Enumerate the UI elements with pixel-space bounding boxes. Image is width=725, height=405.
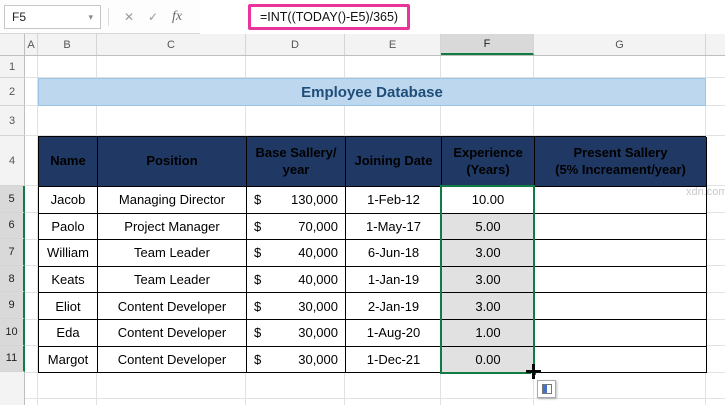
- name-box-dropdown-icon[interactable]: ▾: [88, 12, 93, 23]
- cell-base-salary[interactable]: $70,000: [247, 213, 346, 241]
- column-header-c[interactable]: C: [97, 34, 246, 55]
- currency-symbol: $: [254, 351, 262, 367]
- currency-symbol: $: [254, 272, 262, 288]
- cell-base-salary[interactable]: $40,000: [247, 240, 346, 267]
- formula-bar: F5 ▾ ✕ ✓ fx =INT((TODAY()-E5)/365): [0, 0, 725, 34]
- row-header-6[interactable]: 6: [0, 212, 25, 240]
- cell-joining-date[interactable]: 6-Jun-18: [346, 240, 442, 267]
- cell-name[interactable]: Jacob: [39, 187, 98, 214]
- header-cell-position[interactable]: Position: [98, 137, 247, 187]
- column-header-d[interactable]: D: [246, 34, 345, 55]
- currency-symbol: $: [254, 245, 262, 261]
- cell-joining-date[interactable]: 1-Aug-20: [346, 319, 442, 347]
- cell-experience[interactable]: 0.00: [442, 346, 535, 374]
- row-header-9[interactable]: 9: [0, 292, 25, 319]
- row-header-7[interactable]: 7: [0, 239, 25, 266]
- cell-experience[interactable]: 3.00: [442, 266, 535, 294]
- header-cell-present-salary[interactable]: Present Sallery (5% Increament/year): [535, 137, 707, 187]
- column-headers: A B C D E F G: [0, 34, 725, 56]
- cell-base-salary[interactable]: $30,000: [247, 293, 346, 320]
- cell-base-salary[interactable]: $130,000: [247, 187, 346, 214]
- cell-present-salary[interactable]: [535, 266, 707, 294]
- cell-name[interactable]: Margot: [39, 346, 98, 374]
- cell-base-salary[interactable]: $40,000: [247, 266, 346, 294]
- row-header-1[interactable]: 1: [0, 56, 25, 78]
- row-header-2[interactable]: 2: [0, 78, 25, 106]
- insert-function-icon[interactable]: fx: [166, 0, 188, 34]
- cell-experience[interactable]: 5.00: [442, 213, 535, 241]
- sheet-area: A B C D E F G 1 2 3 4 5 6 7 8 9 10 11 Em…: [0, 34, 725, 405]
- cell-position[interactable]: Content Developer: [98, 293, 247, 320]
- sheet-title-cell[interactable]: Employee Database: [38, 78, 706, 106]
- cell-joining-date[interactable]: 1-Jan-19: [346, 266, 442, 294]
- column-header-e[interactable]: E: [345, 34, 441, 55]
- column-header-b[interactable]: B: [38, 34, 97, 55]
- row-header-filler: [0, 372, 25, 405]
- cell-joining-date[interactable]: 1-Feb-12: [346, 187, 442, 214]
- cell-base-salary[interactable]: $30,000: [247, 346, 346, 374]
- cell-experience[interactable]: 3.00: [442, 293, 535, 320]
- name-box-value: F5: [12, 10, 27, 24]
- row-headers: 1 2 3 4 5 6 7 8 9 10 11: [0, 56, 25, 405]
- autofill-options-button[interactable]: [537, 380, 556, 398]
- header-cell-base-salary[interactable]: Base Sallery/ year: [247, 137, 346, 187]
- cell-present-salary[interactable]: [535, 240, 707, 267]
- cancel-icon[interactable]: ✕: [118, 0, 140, 34]
- cell-base-salary[interactable]: $30,000: [247, 319, 346, 347]
- currency-symbol: $: [254, 218, 262, 234]
- cell-position[interactable]: Team Leader: [98, 240, 247, 267]
- cell-name[interactable]: Keats: [39, 266, 98, 294]
- row-header-11[interactable]: 11: [0, 345, 25, 373]
- name-box[interactable]: F5 ▾: [4, 5, 101, 29]
- excel-window: F5 ▾ ✕ ✓ fx =INT((TODAY()-E5)/365) A B C…: [0, 0, 725, 405]
- row-header-10[interactable]: 10: [0, 318, 25, 346]
- header-cell-joining-date[interactable]: Joining Date: [346, 137, 442, 187]
- column-header-filler: [706, 34, 725, 55]
- column-header-f[interactable]: F: [441, 34, 534, 55]
- row-header-5[interactable]: 5: [0, 186, 25, 213]
- currency-symbol: $: [254, 192, 262, 208]
- cell-name[interactable]: Paolo: [39, 213, 98, 241]
- cell-position[interactable]: Team Leader: [98, 266, 247, 294]
- currency-symbol: $: [254, 325, 262, 341]
- row-header-4[interactable]: 4: [0, 136, 25, 186]
- cell-present-salary[interactable]: [535, 293, 707, 320]
- watermark-text: xdn.com: [686, 186, 725, 198]
- formula-input[interactable]: =INT((TODAY()-E5)/365): [200, 0, 725, 34]
- cell-joining-date[interactable]: 2-Jan-19: [346, 293, 442, 320]
- formula-text: =INT((TODAY()-E5)/365): [260, 10, 399, 24]
- header-cell-name[interactable]: Name: [39, 137, 98, 187]
- active-cell-f5[interactable]: 10.00: [442, 187, 535, 214]
- cell-joining-date[interactable]: 1-Dec-21: [346, 346, 442, 374]
- row-header-3[interactable]: 3: [0, 106, 25, 136]
- cell-position[interactable]: Content Developer: [98, 319, 247, 347]
- cell-joining-date[interactable]: 1-May-17: [346, 213, 442, 241]
- autofill-grid-icon: [541, 384, 552, 394]
- cell-position[interactable]: Content Developer: [98, 346, 247, 374]
- enter-icon[interactable]: ✓: [142, 0, 164, 34]
- cell-name[interactable]: Eda: [39, 319, 98, 347]
- cell-experience[interactable]: 3.00: [442, 240, 535, 267]
- cell-position[interactable]: Managing Director: [98, 187, 247, 214]
- currency-symbol: $: [254, 298, 262, 314]
- cell-position[interactable]: Project Manager: [98, 213, 247, 241]
- column-header-a[interactable]: A: [25, 34, 38, 55]
- cell-present-salary[interactable]: [535, 187, 707, 214]
- cell-present-salary[interactable]: [535, 319, 707, 347]
- cell-present-salary[interactable]: [535, 213, 707, 241]
- formula-highlight-box: =INT((TODAY()-E5)/365): [248, 4, 411, 30]
- column-header-g[interactable]: G: [534, 34, 706, 55]
- employee-table: Name Position Base Sallery/ year Joining…: [38, 136, 707, 374]
- cell-experience[interactable]: 1.00: [442, 319, 535, 347]
- select-all-corner[interactable]: [0, 34, 25, 55]
- row-header-8[interactable]: 8: [0, 265, 25, 293]
- cell-name[interactable]: Eliot: [39, 293, 98, 320]
- divider: [108, 8, 109, 26]
- cell-present-salary[interactable]: [535, 346, 707, 374]
- cell-name[interactable]: William: [39, 240, 98, 267]
- header-cell-experience[interactable]: Experience (Years): [442, 137, 535, 187]
